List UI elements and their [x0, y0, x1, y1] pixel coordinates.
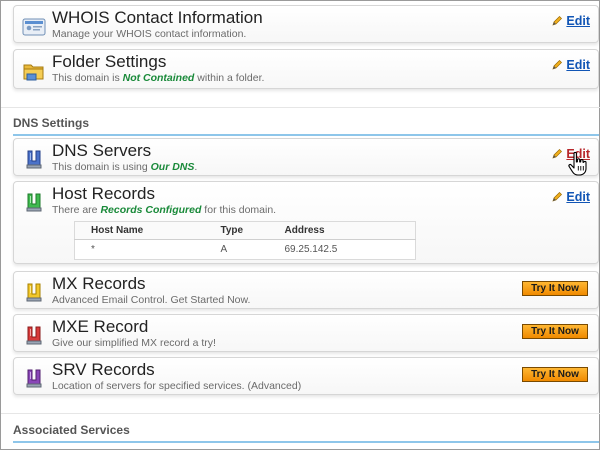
dns-servers-desc: This domain is using Our DNS. — [52, 161, 197, 174]
dns-servers-status: Our DNS — [150, 161, 195, 173]
mxe-record-card: MXE Record Give our simplified MX record… — [13, 314, 599, 352]
dns-servers-desc-post: . — [194, 161, 198, 173]
table-row: * A 69.25.142.5 — [75, 240, 416, 260]
mx-try-it-now-button[interactable]: Try It Now — [522, 281, 588, 296]
dns-server-red-icon — [22, 325, 46, 347]
pencil-icon — [552, 149, 563, 159]
section-separator — [1, 107, 600, 108]
mx-records-desc: Advanced Email Control. Get Started Now. — [52, 294, 251, 306]
host-records-table: Host Name Type Address * A 69.25.142.5 — [74, 221, 416, 260]
host-records-status: Records Configured — [100, 204, 202, 216]
pencil-icon — [552, 60, 563, 70]
dns-settings-header: DNS Settings — [13, 116, 599, 136]
host-records-title: Host Records — [52, 184, 155, 203]
pencil-icon — [552, 192, 563, 202]
srv-records-title: SRV Records — [52, 360, 155, 379]
whois-desc: Manage your WHOIS contact information. — [52, 28, 247, 40]
dns-servers-title: DNS Servers — [52, 141, 152, 160]
mxe-record-desc: Give our simplified MX record a try! — [52, 337, 216, 349]
srv-records-desc: Location of servers for specified servic… — [52, 380, 302, 392]
whois-title: WHOIS Contact Information — [52, 8, 263, 27]
column-header-address: Address — [268, 221, 416, 240]
dns-server-purple-icon — [22, 368, 46, 390]
host-records-card: Host Records There are Records Configure… — [13, 181, 599, 264]
folder-title: Folder Settings — [52, 52, 167, 71]
host-records-desc: There are Records Configured for this do… — [52, 204, 276, 217]
host-name-cell: * — [91, 244, 95, 255]
pencil-icon — [552, 16, 563, 26]
section-separator — [1, 413, 600, 414]
address-cell: 69.25.142.5 — [284, 244, 338, 255]
host-records-desc-pre: There are — [52, 204, 101, 216]
dns-server-green-icon — [22, 192, 46, 214]
mx-records-title: MX Records — [52, 274, 146, 293]
column-header-host-name: Host Name — [74, 221, 205, 240]
dns-servers-card: DNS Servers This domain is using Our DNS… — [13, 138, 599, 176]
srv-try-it-now-button[interactable]: Try It Now — [522, 367, 588, 382]
folder-icon — [22, 60, 46, 82]
host-records-desc-post: for this domain. — [201, 204, 277, 216]
folder-edit-label: Edit — [566, 58, 590, 72]
mxe-record-title: MXE Record — [52, 317, 149, 336]
folder-card: Folder Settings This domain is Not Conta… — [13, 49, 599, 89]
mx-records-card: MX Records Advanced Email Control. Get S… — [13, 271, 599, 309]
dns-server-blue-icon — [22, 149, 46, 171]
folder-status: Not Contained — [122, 72, 195, 84]
whois-card: WHOIS Contact Information Manage your WH… — [13, 5, 599, 43]
associated-services-header: Associated Services — [13, 423, 599, 443]
table-header-row: Host Name Type Address — [74, 221, 416, 240]
hand-pointer-icon — [568, 151, 587, 176]
dns-server-yellow-icon — [22, 282, 46, 304]
dns-servers-desc-pre: This domain is using — [52, 161, 151, 173]
srv-records-card: SRV Records Location of servers for spec… — [13, 357, 599, 395]
type-cell: A — [220, 244, 228, 255]
whois-edit-label: Edit — [566, 14, 590, 28]
folder-desc: This domain is Not Contained within a fo… — [52, 72, 264, 85]
host-records-edit-label: Edit — [566, 190, 590, 204]
folder-edit-link[interactable]: Edit — [551, 58, 590, 72]
contact-card-icon — [22, 16, 46, 38]
column-header-type: Type — [204, 221, 269, 240]
folder-desc-post: within a folder. — [194, 72, 265, 84]
whois-edit-link[interactable]: Edit — [551, 14, 590, 28]
mxe-try-it-now-button[interactable]: Try It Now — [522, 324, 588, 339]
folder-desc-pre: This domain is — [52, 72, 123, 84]
host-records-edit-link[interactable]: Edit — [551, 190, 590, 204]
